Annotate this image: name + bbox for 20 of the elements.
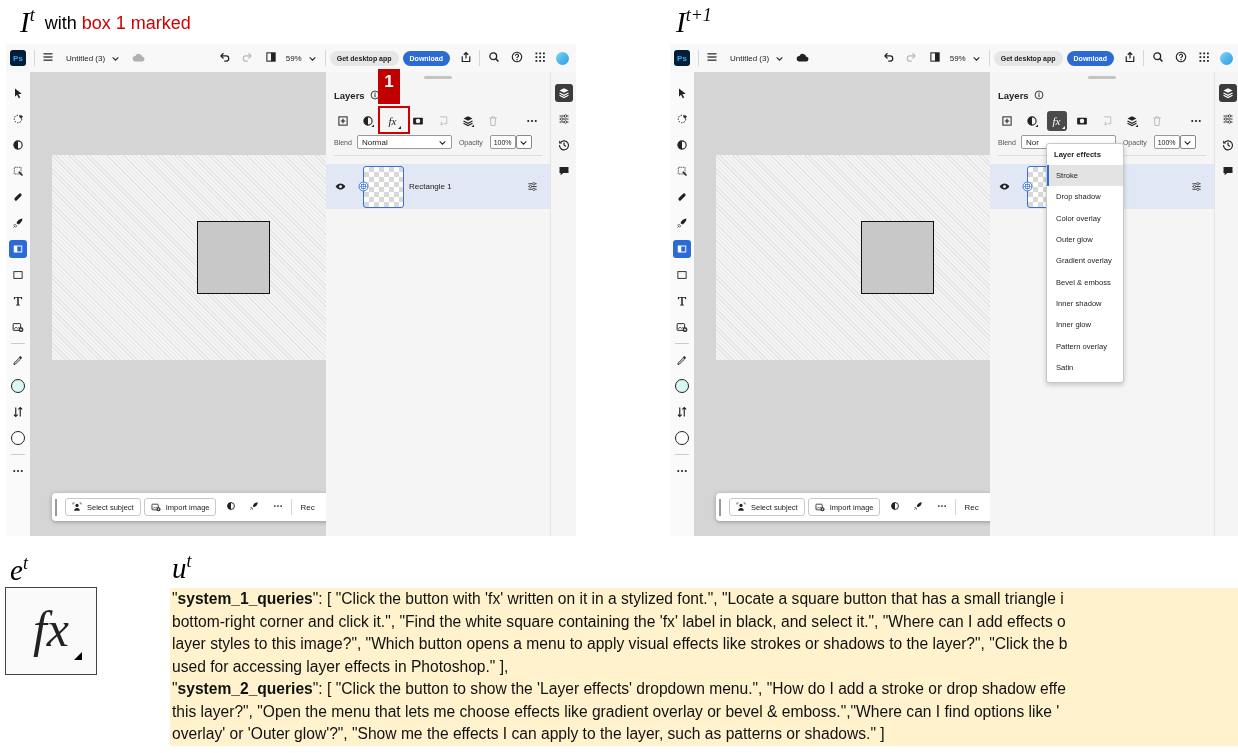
query-line: "system_1_queries": [ "Click the button with 'fx' written on it in a stylized font.", "Locate a square button that has a small triangle i (172, 589, 1064, 609)
effects-label: fx (32, 600, 70, 658)
app-logo: Ps (674, 50, 690, 66)
caption-highlight: box 1 marked (81, 12, 191, 34)
query-line: bottom-right corner and click it.", "Find the white square containing the 'fx' label in black, and select it.", "Where can I add effects o (172, 611, 1066, 632)
panel-title: Layers (334, 89, 365, 101)
panel-title: Layers (998, 89, 1029, 101)
utterance-label: u$^{t}$ (172, 552, 192, 584)
layer-name: Rectangle 1 (409, 182, 452, 191)
app-logo: Ps (10, 50, 26, 66)
query-line: this layer?", "Open the menu that lets me choose effects like gradient overlay or bevel & emboss.","Where can I find options like ' (172, 701, 1060, 722)
query-line: used for accessing layer effects in Photoshop." ], (172, 656, 509, 677)
element-label: e$^{t}$ (10, 554, 28, 586)
figure-label: I$^{t+1}$ (676, 6, 712, 38)
caption-text: with (44, 12, 77, 34)
query-line: overlay' or 'Outer glow'?", "Show me the effects I can apply to the layer, such as patterns or shadows." ] (172, 724, 885, 744)
query-line: layer styles to this image?", "Which button opens a menu to apply visual effects like strokes or shadows to the layer?", "Click the b (172, 634, 1068, 654)
figure-label: I$^{t}$ (20, 6, 35, 38)
query-line: "system_2_queries": [ "Click the button to show the 'Layer effects' dropdown menu.", "How do I add a stroke or drop shadow effe (172, 679, 1066, 699)
marker-label: 1 (378, 69, 400, 104)
